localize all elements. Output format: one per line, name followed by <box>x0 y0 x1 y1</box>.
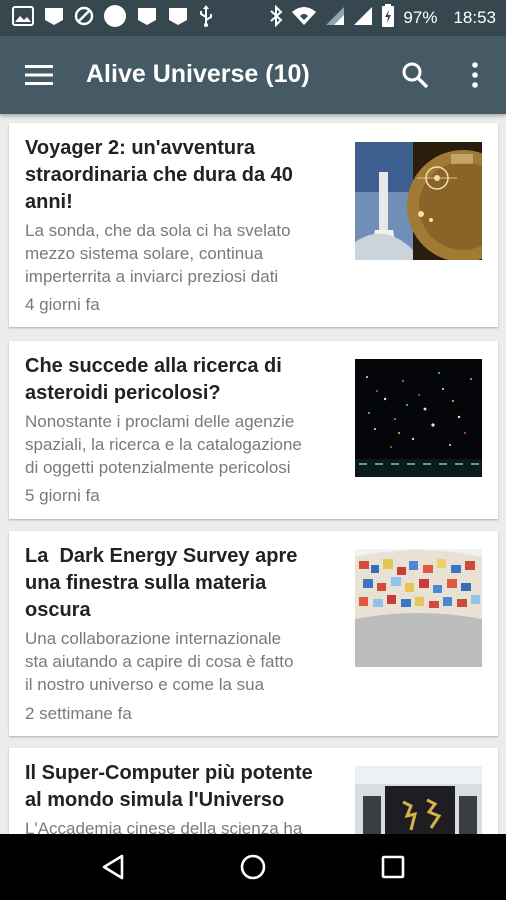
recents-icon <box>381 855 405 879</box>
notification-icon <box>43 6 65 31</box>
article-title-line: Il Super-Computer più potente <box>25 762 313 784</box>
article-title: Che succede alla ricerca di asteroidi pe… <box>25 353 347 407</box>
article-title-line: asteroidi pericolosi? <box>25 382 221 404</box>
article-summary-line: imperterrita a inviarci preziosi dati <box>25 267 279 286</box>
article-title: Voyager 2: un'avventura straordinaria ch… <box>25 135 347 216</box>
bluetooth-icon <box>269 4 283 32</box>
article-title-line: straordinaria che dura da 40 <box>25 164 293 186</box>
article-summary: Una collaborazione internazionale sta ai… <box>25 627 350 696</box>
article-title: Il Super-Computer più potente al mondo s… <box>25 760 347 814</box>
article-card[interactable]: Il Super-Computer più potente al mondo s… <box>9 748 498 834</box>
image-icon <box>12 5 34 31</box>
status-bar: 97% 18:53 <box>0 0 506 36</box>
article-title-line: La Dark Energy Survey apre <box>25 545 298 567</box>
article-title: La Dark Energy Survey apre una finestra … <box>25 543 347 624</box>
article-summary-line: Nonostante i proclami delle agenzie <box>25 412 295 431</box>
article-date: 4 giorni fa <box>25 295 100 314</box>
navigation-bar <box>0 834 506 900</box>
notification-icon <box>136 6 158 31</box>
article-title-line: al mondo simula l'Universo <box>25 789 285 811</box>
system-icons: 97% 18:53 <box>269 3 496 33</box>
article-card[interactable]: Voyager 2: un'avventura straordinaria ch… <box>9 123 498 327</box>
article-title-line: Che succede alla ricerca di <box>25 355 282 377</box>
search-button[interactable] <box>400 60 430 90</box>
battery-icon <box>381 3 395 33</box>
search-icon <box>402 62 429 89</box>
notification-icons <box>12 4 214 33</box>
menu-button[interactable] <box>24 63 54 87</box>
article-title-line: anni! <box>25 191 73 213</box>
article-summary-line: La sonda, che da sola ci ha svelato <box>25 221 291 240</box>
article-summary-line: spaziali, la ricerca e la catalogazione <box>25 435 302 454</box>
article-title-line: una finestra sulla materia <box>25 572 267 594</box>
article-summary-line: di oggetti potenzialmente pericolosi <box>25 458 291 477</box>
wifi-icon <box>291 6 317 31</box>
article-date: 5 giorni fa <box>25 486 100 505</box>
home-icon <box>240 854 266 880</box>
article-summary-line: L'Accademia cinese della scienza ha <box>25 819 303 834</box>
notification-icon <box>167 6 189 31</box>
blocked-icon <box>74 6 94 31</box>
article-thumbnail <box>355 142 482 260</box>
signal-icon <box>353 6 373 31</box>
app-title: Alive Universe (10) <box>86 60 310 88</box>
article-date: 2 settimane fa <box>25 704 132 723</box>
article-title-line: oscura <box>25 599 91 621</box>
more-options-button[interactable] <box>464 60 486 90</box>
home-button[interactable] <box>238 852 268 882</box>
article-thumbnail <box>355 549 482 667</box>
back-icon <box>102 854 124 880</box>
article-summary: La sonda, che da sola ci ha svelato mezz… <box>25 219 350 288</box>
back-button[interactable] <box>98 852 128 882</box>
article-summary: Nonostante i proclami delle agenzie spaz… <box>25 410 350 479</box>
clock: 18:53 <box>453 8 496 27</box>
more-vert-icon <box>472 62 478 88</box>
circle-icon <box>103 4 127 33</box>
article-thumbnail <box>355 766 482 834</box>
article-summary-line: Una collaborazione internazionale <box>25 629 282 648</box>
article-summary-line: sta aiutando a capire di cosa è fatto <box>25 652 294 671</box>
article-card[interactable]: La Dark Energy Survey apre una finestra … <box>9 531 498 736</box>
battery-level: 97% <box>403 8 438 27</box>
article-card[interactable]: Che succede alla ricerca di asteroidi pe… <box>9 341 498 519</box>
menu-icon <box>25 65 53 85</box>
usb-icon <box>198 4 214 32</box>
article-summary-line: il nostro universo e come la sua <box>25 675 265 694</box>
article-feed[interactable]: Voyager 2: un'avventura straordinaria ch… <box>0 114 506 834</box>
app-bar: Alive Universe (10) <box>0 36 506 114</box>
article-thumbnail <box>355 359 482 477</box>
article-summary-line: mezzo sistema solare, continua <box>25 244 264 263</box>
article-title-line: Voyager 2: un'avventura <box>25 137 256 159</box>
signal-icon <box>325 6 345 31</box>
recents-button[interactable] <box>378 852 408 882</box>
article-summary: L'Accademia cinese della scienza ha <box>25 817 350 834</box>
